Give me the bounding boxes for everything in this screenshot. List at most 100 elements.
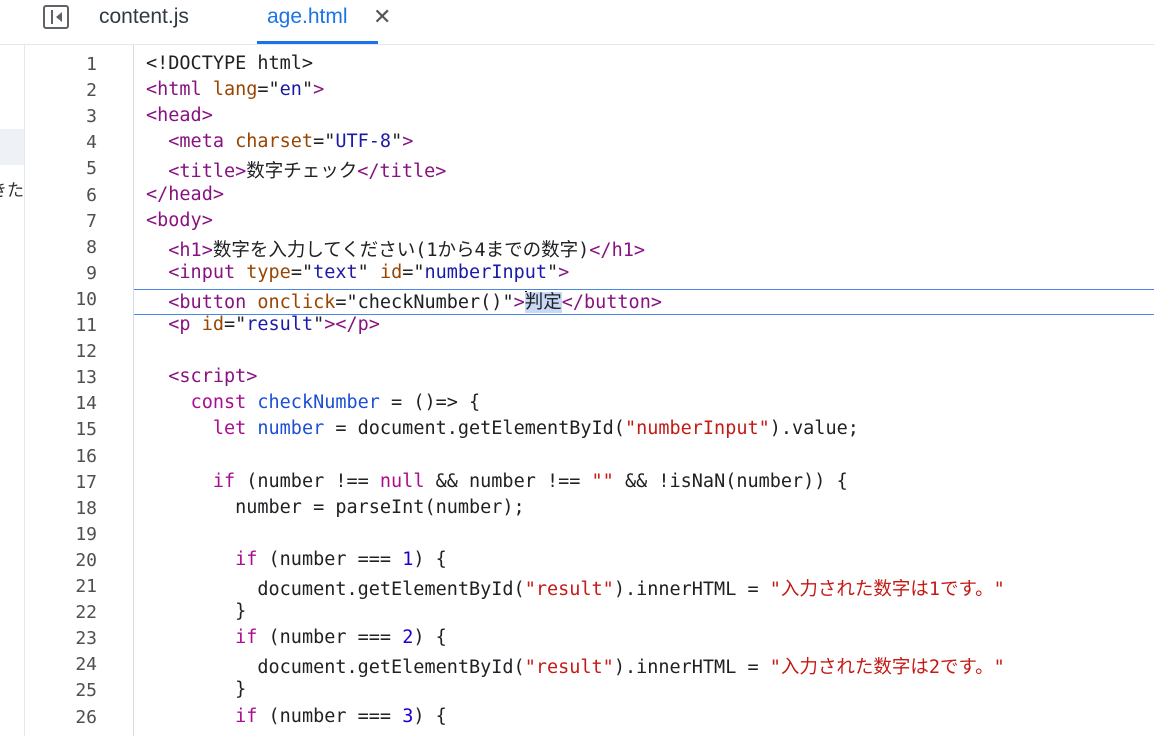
code-token: ).innerHTML = xyxy=(613,657,770,678)
code-token: "入力された数字は1です。" xyxy=(769,579,1005,600)
code-line[interactable]: if (number === 1) { xyxy=(146,549,447,570)
left-panel-selected-row[interactable] xyxy=(0,129,24,165)
code-line[interactable]: document.getElementById("result").innerH… xyxy=(146,575,1005,601)
code-line[interactable]: <html lang="en"> xyxy=(146,79,324,100)
code-token: number xyxy=(257,418,325,439)
line-number: 8 xyxy=(86,237,97,258)
code-line[interactable]: number = parseInt(number); xyxy=(146,497,525,518)
left-side-panel-edge: きた xyxy=(0,0,25,736)
code-line[interactable]: <head> xyxy=(146,105,213,126)
line-number: 24 xyxy=(75,654,97,675)
line-number: 3 xyxy=(86,106,97,127)
code-token: text xyxy=(313,262,358,283)
code-token: checkNumber xyxy=(257,392,380,413)
code-token: =" xyxy=(223,314,247,335)
code-line[interactable]: <input type="text" id="numberInput"> xyxy=(146,262,569,283)
code-token: <!DOCTYPE html> xyxy=(146,53,314,74)
line-number: 13 xyxy=(75,367,97,388)
line-number: 15 xyxy=(75,419,97,440)
line-number: 18 xyxy=(75,498,97,519)
code-line[interactable]: } xyxy=(146,601,246,622)
code-token: <p xyxy=(168,314,202,335)
tab-content-js[interactable]: content.js xyxy=(99,0,189,44)
code-editor[interactable]: 1 2 3 4 5 6 7 8 9 10 11 12 13 14 15 16 17 18 19 20 21 22 23 24 2… xyxy=(25,45,1154,736)
close-icon[interactable]: ✕ xyxy=(373,0,391,34)
code-token: (number === xyxy=(268,706,403,727)
code-token: ></p> xyxy=(324,314,380,335)
code-token: && number !== xyxy=(424,471,592,492)
code-token: null xyxy=(379,471,425,492)
code-line[interactable]: <p id="result"></p> xyxy=(146,314,380,335)
code-token: id xyxy=(379,262,403,283)
line-number: 1 xyxy=(86,54,97,75)
code-line[interactable]: </head> xyxy=(146,184,224,205)
code-token: document.getElementById( xyxy=(146,657,525,678)
line-number: 23 xyxy=(75,628,97,649)
code-token: result xyxy=(246,314,314,335)
code-line[interactable]: if (number === 2) { xyxy=(146,627,447,648)
code-token: ).value; xyxy=(769,418,859,439)
code-token: if xyxy=(212,471,247,492)
code-line[interactable]: document.getElementById("result").innerH… xyxy=(146,653,1004,679)
code-token: } xyxy=(146,679,247,700)
code-token: > xyxy=(558,262,570,283)
line-number: 4 xyxy=(86,132,97,153)
line-number: 5 xyxy=(86,158,97,179)
code-token: (number === xyxy=(268,627,403,648)
code-token: lang xyxy=(212,79,258,100)
code-token: UTF-8 xyxy=(335,131,392,152)
code-token: <script> xyxy=(168,366,258,387)
sidebar-panel-icon[interactable] xyxy=(43,5,69,29)
line-number: 16 xyxy=(75,446,97,467)
code-line[interactable]: <body> xyxy=(146,210,213,231)
line-number: 10 xyxy=(75,289,97,310)
code-line[interactable]: let number = document.getElementById("nu… xyxy=(146,418,859,439)
code-token: const xyxy=(190,392,258,413)
code-token: (number !== xyxy=(246,471,380,492)
code-line[interactable]: if (number !== null && number !== "" && … xyxy=(146,471,848,492)
code-line[interactable]: <meta charset="UTF-8"> xyxy=(146,131,413,152)
line-number: 2 xyxy=(86,80,97,101)
code-token: "" xyxy=(591,471,614,492)
code-token: <h1> xyxy=(168,240,213,261)
code-token: <title> xyxy=(168,161,247,182)
code-token: 2 xyxy=(402,627,414,648)
code-line[interactable]: <title>数字チェック</title> xyxy=(146,157,446,183)
code-token: 数字チェック xyxy=(246,161,358,182)
code-token: <body> xyxy=(146,210,213,231)
code-token: > xyxy=(313,79,325,100)
code-token: "numberInput" xyxy=(624,418,770,439)
line-number: 21 xyxy=(75,576,97,597)
line-number: 25 xyxy=(75,680,97,701)
code-token: (number === xyxy=(268,549,403,570)
code-line[interactable]: <script> xyxy=(146,366,257,387)
code-line[interactable]: const checkNumber = ()=> { xyxy=(146,392,481,413)
code-token: numberInput xyxy=(424,262,548,283)
line-number: 7 xyxy=(86,211,97,232)
code-token: =" xyxy=(290,262,314,283)
tab-age-html[interactable]: age.html ✕ xyxy=(257,0,391,44)
code-token: =" xyxy=(313,131,336,152)
active-tab-indicator xyxy=(257,41,378,44)
code-token: > xyxy=(402,131,414,152)
active-line-highlight xyxy=(134,289,1154,315)
code-token: if xyxy=(235,549,269,570)
code-line[interactable]: if (number === 3) { xyxy=(146,706,447,727)
code-line[interactable]: } xyxy=(146,679,246,700)
code-line[interactable]: <!DOCTYPE html> xyxy=(146,53,313,74)
code-token: <input xyxy=(168,262,247,283)
code-token: ) { xyxy=(413,549,447,570)
code-token: ).innerHTML = xyxy=(613,579,770,600)
code-token: number = parseInt(number); xyxy=(146,497,525,518)
code-line[interactable]: <h1>数字を入力してください(1から4までの数字)</h1> xyxy=(146,236,645,262)
